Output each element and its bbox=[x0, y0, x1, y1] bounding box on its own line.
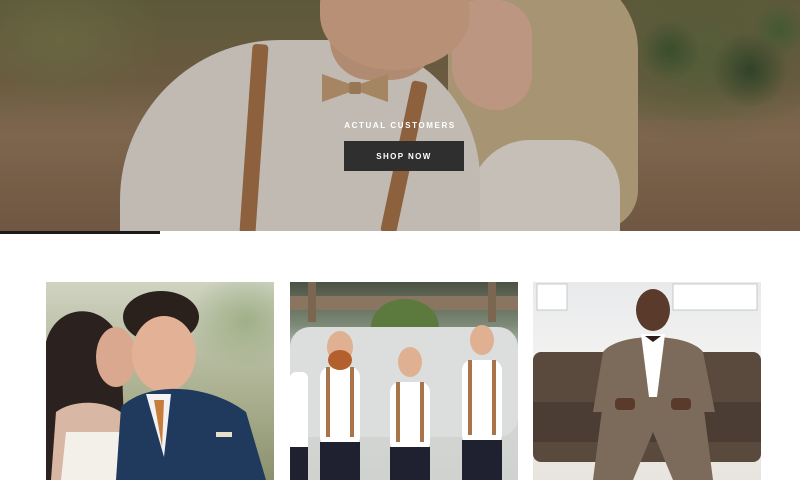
hero-caption: ACTUAL CUSTOMERS bbox=[344, 121, 456, 130]
couple-image bbox=[46, 291, 266, 480]
carousel-progress-fill bbox=[0, 231, 160, 234]
gallery-tile-couple[interactable] bbox=[46, 282, 274, 480]
carousel-progress bbox=[0, 231, 800, 234]
shop-now-button[interactable]: SHOP NOW bbox=[344, 141, 464, 171]
sofa-image bbox=[533, 283, 761, 480]
gallery-tile-groomsmen[interactable] bbox=[290, 282, 518, 480]
hero-banner: ACTUAL CUSTOMERS SHOP NOW bbox=[0, 0, 800, 231]
hero-overlay bbox=[0, 0, 800, 231]
gallery-tile-sofa[interactable] bbox=[533, 282, 761, 480]
groomsmen-image bbox=[290, 282, 518, 480]
